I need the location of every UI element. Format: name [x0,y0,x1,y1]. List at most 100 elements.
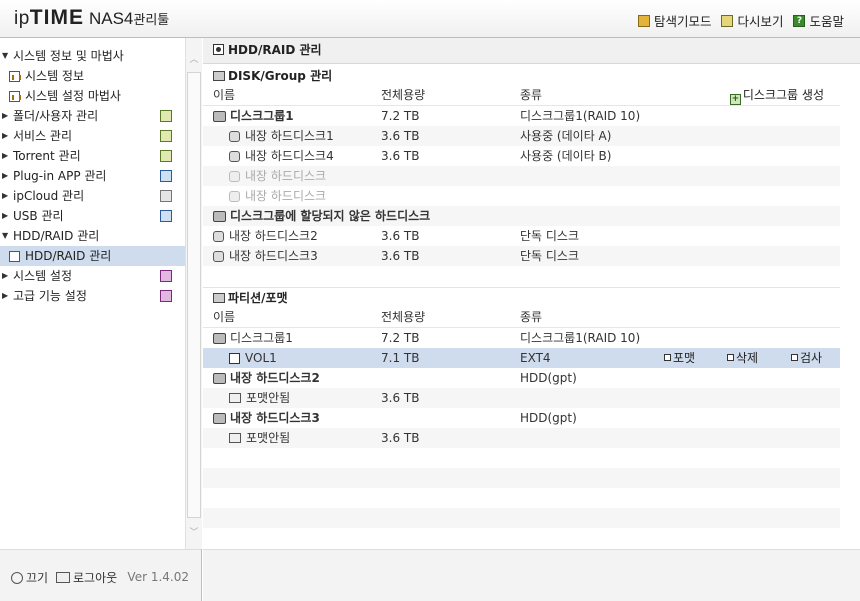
sidebar: ▼ 시스템 정보 및 마법사 시스템 정보 시스템 설정 마법사 ▶ 폴더/사용자 … [0,38,202,601]
disk-row-group1[interactable]: 디스크그룹1 7.2 TB 디스크그룹1(RAID 10) [203,106,840,126]
chart-icon [9,71,21,82]
disk-group-icon [213,71,225,81]
partition-row-group1[interactable]: 디스크그룹1 7.2 TB 디스크그룹1(RAID 10) [203,328,840,348]
hard-disk-icon [213,231,224,242]
nav-hdd-raid-group[interactable]: ▼ HDD/RAID 관리 [0,226,185,246]
brand-logo: ipTIME NAS4관리툴 [14,6,170,30]
disk-row-empty-slot: 내장 하드디스크 [203,166,840,186]
logout-icon [56,572,70,583]
nav-system-settings[interactable]: ▶ 시스템 설정 [0,266,185,286]
partition-row-hdd3[interactable]: 내장 하드디스크3 HDD(gpt) [203,408,840,428]
explorer-mode-link[interactable]: 탐색기모드 [637,11,711,30]
partition-table-header: 이름 전체용량 종류 [203,308,840,328]
refresh-link[interactable]: 다시보기 [721,11,783,30]
chevron-right-icon: ▶ [2,271,9,280]
check-icon [791,354,798,361]
hard-disk-icon [229,171,240,182]
nav-setup-wizard[interactable]: 시스템 설정 마법사 [0,86,185,106]
hard-disk-icon [213,251,224,262]
disk-table-header: 이름 전체용량 종류 + 디스크그룹 생성 [203,86,840,106]
format-button[interactable]: 포맷 [664,348,695,368]
disk-icon [213,44,224,55]
partition-section-title: 파티션/포맷 [203,288,840,308]
nav-plugin-app[interactable]: ▶ Plug-in APP 관리 [0,166,185,186]
partition-row-vol1[interactable]: VOL1 7.1 TB EXT4 포맷 삭제 검사 [203,348,840,368]
main-panel: HDD/RAID 관리 DISK/Group 관리 이름 전체용량 종류 + 디스… [203,38,860,601]
disk-row-blank [203,266,840,286]
torrent-icon [160,150,172,162]
disk-group-icon [213,111,226,122]
help-link[interactable]: ? 도움말 [793,11,844,30]
cloud-icon [160,190,172,202]
partition-row-blank [203,468,840,488]
disk-icon [9,251,20,262]
nav-hdd-raid[interactable]: HDD/RAID 관리 [0,246,185,266]
partition-row-blank [203,528,840,548]
logout-button[interactable]: 로그아웃 [56,569,117,586]
page-title: HDD/RAID 관리 [203,38,860,64]
nav-system-info-wizard[interactable]: ▼ 시스템 정보 및 마법사 [0,46,185,66]
nav-advanced[interactable]: ▶ 고급 기능 설정 [0,286,185,306]
partition-row-blank [203,448,840,468]
chevron-right-icon: ▶ [2,111,9,120]
usb-icon [160,210,172,222]
check-button[interactable]: 검사 [791,348,822,368]
disk-row-hdd2[interactable]: 내장 하드디스크2 3.6 TB 단독 디스크 [203,226,840,246]
top-links: 탐색기모드 다시보기 ? 도움말 [637,11,844,30]
add-icon: + [729,94,741,105]
plugin-icon [160,170,172,182]
sidebar-scrollbar[interactable]: ︿ ﹀ [185,38,202,549]
nav-service[interactable]: ▶ 서비스 관리 [0,126,185,146]
chevron-right-icon: ▶ [2,291,9,300]
folder-user-icon [160,110,172,122]
hard-disk-icon [229,151,240,162]
disk-group-icon [213,211,226,222]
power-icon [11,572,23,584]
service-icon [160,130,172,142]
disk-row-hdd3[interactable]: 내장 하드디스크3 3.6 TB 단독 디스크 [203,246,840,266]
disk-group-icon [213,333,226,344]
refresh-icon [721,14,734,27]
sidebar-footer: 끄기 로그아웃 Ver 1.4.02 [0,549,201,601]
chevron-right-icon: ▶ [2,191,9,200]
disk-row-hdd1[interactable]: 내장 하드디스크1 3.6 TB 사용중 (데이타 A) [203,126,840,146]
disk-row-unassigned-header: 디스크그룹에 할당되지 않은 하드디스크 [203,206,840,226]
chevron-down-icon: ▼ [2,231,9,240]
nav-list: ▼ 시스템 정보 및 마법사 시스템 정보 시스템 설정 마법사 ▶ 폴더/사용자 … [0,46,185,306]
hard-disk-icon [213,413,226,424]
nav-folder-user[interactable]: ▶ 폴더/사용자 관리 [0,106,185,126]
delete-button[interactable]: 삭제 [727,348,758,368]
partition-row-hdd2[interactable]: 내장 하드디스크2 HDD(gpt) [203,368,840,388]
chevron-right-icon: ▶ [2,131,9,140]
format-icon [664,354,671,361]
top-bar: ipTIME NAS4관리툴 탐색기모드 다시보기 ? 도움말 [0,0,860,38]
disk-row-hdd4[interactable]: 내장 하드디스크4 3.6 TB 사용중 (데이타 B) [203,146,840,166]
nav-torrent[interactable]: ▶ Torrent 관리 [0,146,185,166]
chevron-right-icon: ▶ [2,211,9,220]
power-off-button[interactable]: 끄기 [11,569,48,586]
partition-row-unformatted[interactable]: 포맷안됨 3.6 TB [203,428,840,448]
scroll-up-icon[interactable]: ︿ [188,52,200,66]
hard-disk-icon [213,373,226,384]
scroll-down-icon[interactable]: ﹀ [188,525,200,539]
nav-system-info[interactable]: 시스템 정보 [0,66,185,86]
chevron-down-icon: ▼ [2,51,9,60]
create-disk-group-button[interactable]: + 디스크그룹 생성 [729,86,824,105]
hard-disk-icon [229,191,240,202]
main-scroll-area [840,64,860,575]
disk-group-section-title: DISK/Group 관리 [203,66,840,86]
disk-row-empty-slot: 내장 하드디스크 [203,186,840,206]
unformatted-icon [229,433,241,443]
delete-icon [727,354,734,361]
folder-icon [637,14,650,27]
chevron-right-icon: ▶ [2,171,9,180]
nav-usb[interactable]: ▶ USB 관리 [0,206,185,226]
chevron-right-icon: ▶ [2,151,9,160]
advanced-icon [160,290,172,302]
main-footer [203,549,860,601]
help-icon: ? [793,14,806,27]
scrollbar-thumb[interactable] [187,72,201,518]
hard-disk-icon [229,131,240,142]
nav-ipcloud[interactable]: ▶ ipCloud 관리 [0,186,185,206]
partition-row-unformatted[interactable]: 포맷안됨 3.6 TB [203,388,840,408]
